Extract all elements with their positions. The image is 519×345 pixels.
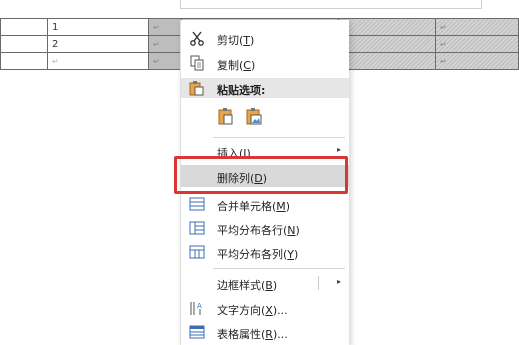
copy-label: 复制(C) [217, 59, 256, 72]
distribute-rows-menu-item[interactable]: 平均分布各行(N) [181, 218, 349, 238]
table-cell[interactable]: ↵ [435, 18, 519, 36]
table-cell[interactable] [0, 35, 48, 53]
paste-options-label: 粘贴选项: [217, 84, 266, 97]
table-cell[interactable]: ↵ [338, 18, 436, 36]
selected-cell[interactable]: ↵ [148, 18, 182, 36]
submenu-arrow-icon: ▸ [336, 277, 341, 286]
paste-options-header: 粘贴选项: [181, 78, 349, 98]
table-cell[interactable]: 1 [47, 18, 149, 36]
menu-separator [213, 137, 345, 138]
border-styles-label: 边框样式(B) [217, 279, 278, 292]
table-cell[interactable]: ↵ [47, 52, 149, 70]
cut-menu-item[interactable]: 剪切(T) [181, 28, 349, 48]
distribute-columns-label: 平均分布各列(Y) [217, 248, 299, 261]
highlight-box [174, 156, 348, 194]
table-cell[interactable]: ↵ [435, 52, 519, 70]
table-cell[interactable]: ↵ [435, 35, 519, 53]
paste-icon [189, 80, 205, 99]
split-divider [318, 276, 319, 290]
distribute-rows-icon [189, 220, 205, 236]
distribute-columns-icon [189, 244, 205, 260]
table-properties-icon [189, 324, 205, 340]
paste-keep-formatting-icon[interactable] [217, 106, 235, 126]
submenu-arrow-icon: ▸ [336, 145, 341, 154]
top-panel-edge [180, 0, 482, 9]
text-direction-label: 文字方向(X)... [217, 304, 288, 317]
cut-label: 剪切(T) [217, 34, 255, 47]
merge-cells-icon [189, 196, 205, 212]
text-direction-icon: A [189, 300, 205, 316]
text-direction-menu-item[interactable]: A 文字方向(X)... [181, 298, 349, 318]
table-cell[interactable]: ↵ [338, 52, 436, 70]
table-cell[interactable]: ↵ [338, 35, 436, 53]
distribute-columns-menu-item[interactable]: 平均分布各列(Y) [181, 242, 349, 262]
paste-options-row [181, 104, 349, 130]
table-properties-menu-item[interactable]: 表格属性(R)... [181, 322, 349, 342]
merge-cells-menu-item[interactable]: 合并单元格(M) [181, 194, 349, 214]
border-styles-menu-item[interactable]: 边框样式(B) ▸ [181, 273, 349, 293]
merge-cells-label: 合并单元格(M) [217, 200, 291, 213]
paste-as-picture-icon[interactable] [245, 106, 263, 126]
menu-separator [213, 268, 345, 269]
copy-menu-item[interactable]: 复制(C) [181, 53, 349, 73]
distribute-rows-label: 平均分布各行(N) [217, 224, 300, 237]
table-cell[interactable]: 2 [47, 35, 149, 53]
copy-icon [189, 55, 205, 71]
selected-cell[interactable]: ↵ [148, 35, 182, 53]
table-cell[interactable] [0, 18, 48, 36]
table-properties-label: 表格属性(R)... [217, 328, 288, 341]
svg-text:A: A [197, 302, 202, 310]
selected-cell[interactable]: ↵ [148, 52, 182, 70]
table-cell[interactable] [0, 52, 48, 70]
scissors-icon [189, 30, 205, 46]
